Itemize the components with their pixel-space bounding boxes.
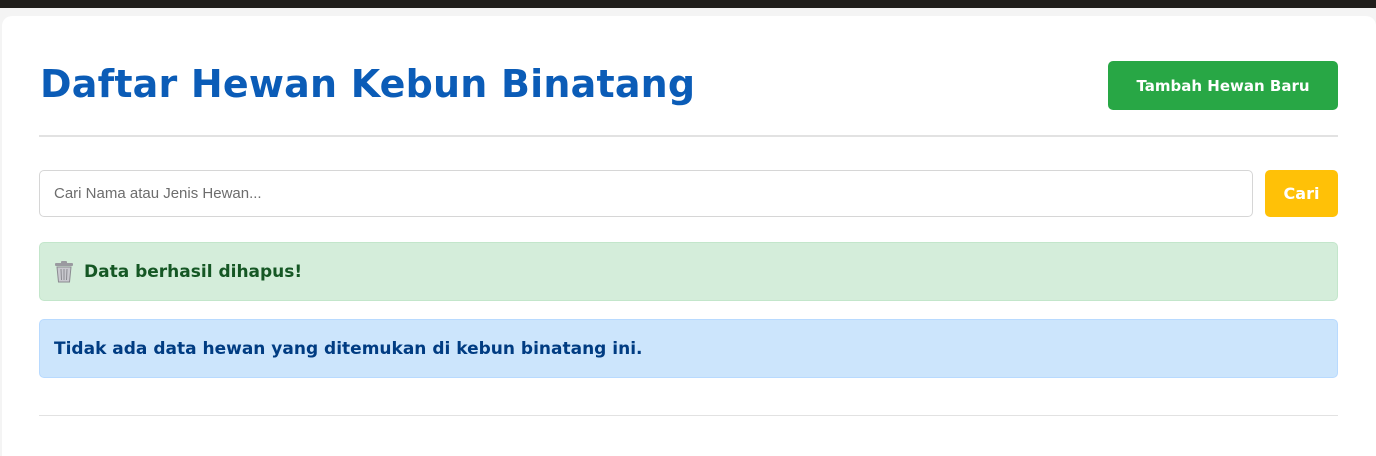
- info-message: Tidak ada data hewan yang ditemukan di k…: [54, 338, 643, 359]
- window-top-bar: [0, 0, 1376, 8]
- trash-icon: [54, 260, 74, 283]
- page-title: Daftar Hewan Kebun Binatang: [40, 62, 696, 106]
- main-card: Daftar Hewan Kebun Binatang Tambah Hewan…: [2, 16, 1376, 456]
- success-alert: Data berhasil dihapus!: [39, 242, 1338, 301]
- add-animal-button[interactable]: Tambah Hewan Baru: [1108, 61, 1338, 110]
- search-input[interactable]: [39, 170, 1253, 217]
- info-alert: Tidak ada data hewan yang ditemukan di k…: [39, 319, 1338, 378]
- success-message: Data berhasil dihapus!: [84, 261, 303, 282]
- content-divider: [39, 415, 1338, 416]
- search-button[interactable]: Cari: [1265, 170, 1338, 217]
- header-divider: [39, 135, 1338, 137]
